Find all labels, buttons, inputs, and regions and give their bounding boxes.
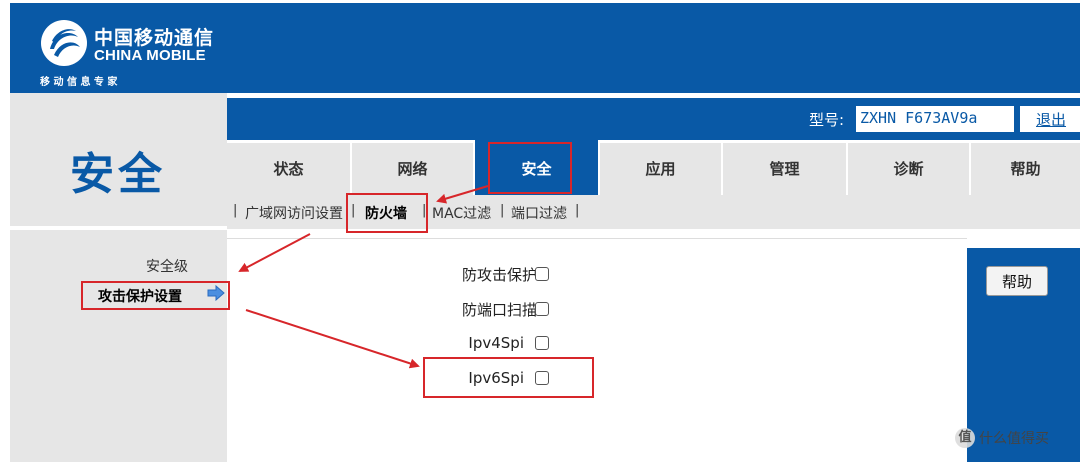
china-mobile-logo-icon: [41, 20, 87, 66]
subnav-item-wan-access[interactable]: 广域网访问设置: [245, 203, 343, 223]
tab-network[interactable]: 网络: [352, 143, 473, 195]
checkbox-ipv6spi[interactable]: [535, 371, 549, 385]
model-label: 型号:: [809, 111, 845, 129]
tab-status[interactable]: 状态: [227, 143, 350, 195]
left-menu-item-attack-protection[interactable]: 攻击保护设置: [98, 286, 182, 306]
checkbox-ipv4spi[interactable]: [535, 336, 549, 350]
model-value: ZXHN F673AV9a: [856, 106, 1014, 132]
brand-slogan: 移 动 信 息 专 家: [40, 77, 118, 88]
header-banner: 中国移动通信 CHINA MOBILE 移 动 信 息 专 家: [10, 3, 1080, 93]
brand-name-en: CHINA MOBILE: [94, 47, 206, 64]
tab-application[interactable]: 应用: [600, 143, 721, 195]
checkbox-anti-port-scan[interactable]: [535, 302, 549, 316]
brand-name-cn: 中国移动通信: [94, 27, 215, 49]
tab-management[interactable]: 管理: [723, 143, 846, 195]
subnav-item-mac-filter[interactable]: MAC过滤: [432, 203, 491, 223]
model-bar: 型号: ZXHN F673AV9a 退出: [227, 98, 1080, 140]
option-label-ipv6spi: Ipv6Spi: [468, 369, 524, 387]
main-tabs: 状态 网络 安全 应用 管理 诊断 帮助: [227, 140, 1080, 195]
tab-label: 安全: [521, 160, 552, 178]
arrow-right-icon: [207, 285, 225, 301]
tab-label: 状态: [273, 160, 304, 178]
main-content: 防攻击保护 防端口扫描 Ipv4Spi Ipv6Spi: [227, 238, 967, 462]
tab-diagnosis[interactable]: 诊断: [848, 143, 969, 195]
sub-navigation: | 广域网访问设置 | 防火墙 | MAC过滤 | 端口过滤 |: [227, 195, 1080, 229]
tab-label: 应用: [645, 160, 676, 178]
left-menu: 安全级 攻击保护设置: [10, 230, 227, 462]
tab-help[interactable]: 帮助: [971, 143, 1080, 195]
subnav-separator: |: [351, 203, 356, 218]
tab-label: 网络: [397, 160, 428, 178]
watermark-icon: 值: [955, 428, 975, 448]
subnav-separator: |: [575, 203, 580, 218]
help-button[interactable]: 帮助: [986, 266, 1048, 296]
tab-label: 诊断: [893, 160, 924, 178]
subnav-separator: |: [422, 203, 427, 218]
option-label-ipv4spi: Ipv4Spi: [468, 334, 524, 352]
tab-security[interactable]: 安全: [475, 140, 598, 195]
subnav-separator: |: [500, 203, 505, 218]
left-menu-item-security-level[interactable]: 安全级: [146, 256, 188, 276]
page-title: 安全: [70, 149, 166, 200]
watermark: 值 什么值得买: [955, 428, 1049, 448]
subnav-separator: |: [233, 203, 238, 218]
page-title-block: 安全: [10, 93, 227, 226]
tab-label: 帮助: [1010, 160, 1041, 178]
logout-link[interactable]: 退出: [1036, 109, 1066, 130]
option-label-anti-port-scan: 防端口扫描: [461, 301, 537, 319]
watermark-text: 什么值得买: [979, 431, 1049, 447]
logout-box: 退出: [1020, 106, 1080, 132]
tab-label: 管理: [769, 160, 800, 178]
subnav-item-firewall[interactable]: 防火墙: [365, 203, 407, 223]
subnav-item-port-filter[interactable]: 端口过滤: [511, 203, 567, 223]
option-label-anti-attack: 防攻击保护: [461, 266, 537, 284]
checkbox-anti-attack[interactable]: [535, 267, 549, 281]
